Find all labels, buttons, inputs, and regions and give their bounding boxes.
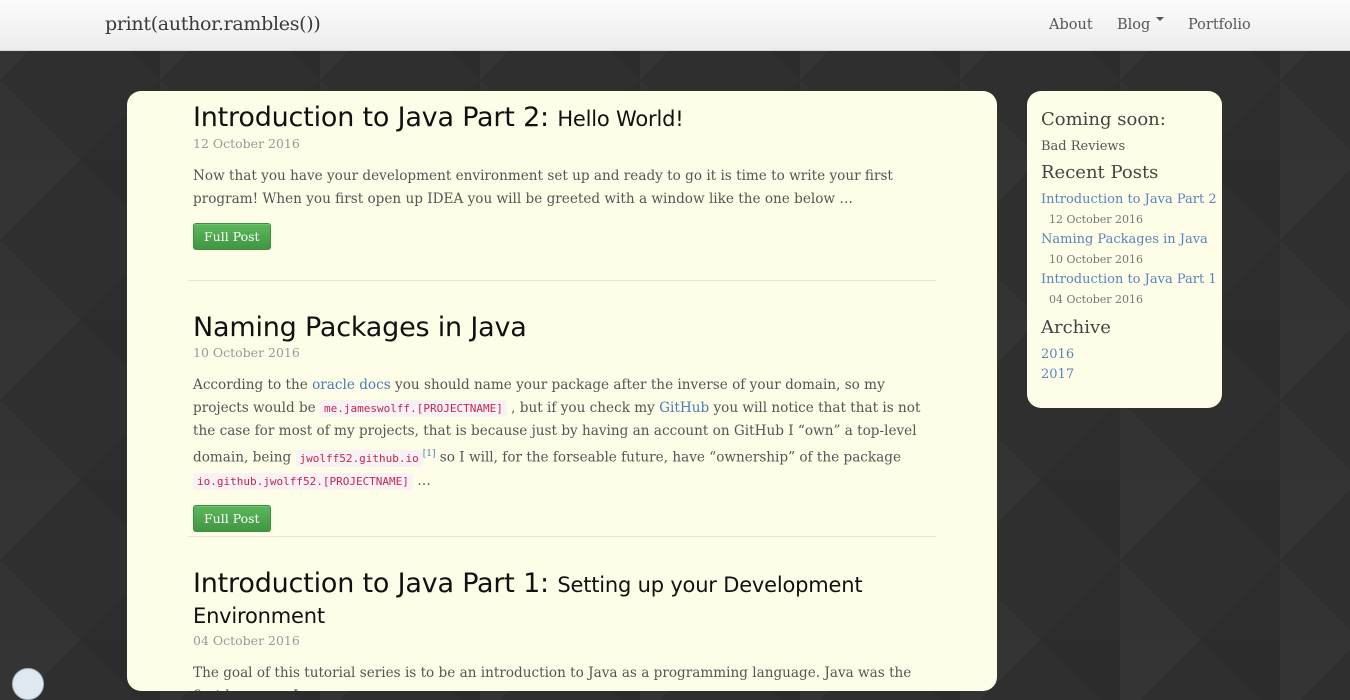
post-divider — [188, 536, 936, 537]
coming-soon-heading: Coming soon: — [1041, 109, 1166, 130]
archive-list: 2016 2017 — [1041, 345, 1216, 385]
footnote-link[interactable]: [1] — [423, 449, 436, 459]
post-item: Naming Packages in Java 10 October 2016 … — [193, 313, 938, 532]
top-navbar: print(author.rambles()) About Blog Portf… — [0, 0, 1350, 51]
excerpt-text: , but if you check my — [506, 400, 660, 416]
post-excerpt: The goal of this tutorial series is to b… — [193, 665, 912, 691]
full-post-button[interactable]: Full Post — [193, 223, 271, 250]
chevron-down-icon — [1156, 17, 1165, 21]
nav-portfolio[interactable]: Portfolio — [1188, 17, 1251, 33]
inline-code: me.jameswolff.[PROJECTNAME] — [320, 400, 507, 417]
site-brand[interactable]: print(author.rambles()) — [105, 13, 321, 35]
recent-post-link[interactable]: Introduction to Java Part 1 — [1041, 270, 1217, 290]
full-post-button[interactable]: Full Post — [193, 504, 271, 532]
post-title[interactable]: Naming Packages in Java — [193, 313, 938, 343]
recent-posts-list: Introduction to Java Part 2 12 October 2… — [1041, 190, 1217, 310]
post-title-sub: Hello World! — [557, 107, 684, 131]
post-title[interactable]: Introduction to Java Part 1: Setting up … — [193, 569, 938, 631]
sidebar: Coming soon: Bad Reviews Recent Posts In… — [1027, 91, 1222, 408]
inline-code: jwolff52.github.io — [295, 449, 423, 467]
post-divider — [188, 280, 936, 281]
excerpt-text: According to the — [193, 377, 313, 393]
post-excerpt: According to the oracle docs you should … — [193, 374, 938, 493]
post-list: Introduction to Java Part 2: Hello World… — [127, 91, 997, 691]
post-title[interactable]: Introduction to Java Part 2: Hello World… — [193, 103, 938, 134]
coming-soon-item: Bad Reviews — [1041, 139, 1126, 154]
github-link[interactable]: GitHub — [659, 400, 709, 416]
recent-posts-heading: Recent Posts — [1041, 162, 1159, 183]
recent-post-link[interactable]: Naming Packages in Java — [1041, 230, 1216, 250]
post-title-main: Naming Packages in Java — [193, 312, 527, 343]
post-item: Introduction to Java Part 1: Setting up … — [193, 569, 938, 692]
nav-blog-dropdown[interactable]: Blog — [1117, 17, 1165, 33]
post-date: 10 October 2016 — [193, 345, 300, 360]
post-title-main: Introduction to Java Part 2: — [193, 102, 549, 133]
post-excerpt: Now that you have your development envir… — [193, 168, 893, 207]
avatar[interactable] — [12, 668, 44, 700]
recent-post-date: 10 October 2016 — [1049, 253, 1144, 266]
post-date: 04 October 2016 — [193, 633, 300, 648]
archive-year-link[interactable]: 2016 — [1041, 345, 1216, 365]
recent-post-link[interactable]: Introduction to Java Part 2 — [1041, 190, 1217, 210]
recent-post-date: 12 October 2016 — [1049, 213, 1144, 226]
nav-about[interactable]: About — [1049, 17, 1093, 33]
archive-heading: Archive — [1041, 317, 1111, 338]
nav-blog-label: Blog — [1117, 17, 1151, 33]
post-title-main: Introduction to Java Part 1: — [193, 568, 549, 599]
oracle-docs-link[interactable]: oracle docs — [312, 377, 391, 393]
recent-post-date: 04 October 2016 — [1049, 293, 1144, 306]
post-item: Introduction to Java Part 2: Hello World… — [193, 103, 938, 250]
post-date: 12 October 2016 — [193, 136, 300, 151]
archive-year-link[interactable]: 2017 — [1041, 365, 1216, 385]
excerpt-text: so I will, for the forseable future, hav… — [435, 449, 901, 466]
inline-code: io.github.jwolff52.[PROJECTNAME] — [193, 472, 413, 490]
excerpt-text: … — [412, 472, 431, 489]
